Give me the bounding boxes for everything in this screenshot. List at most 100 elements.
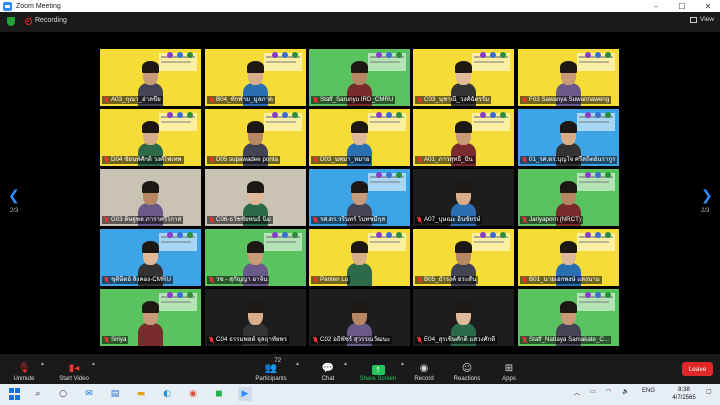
participant-name-text: ชุติษีตย์ สิงคอง-CMRU [111,276,171,283]
show-hidden-icons-icon[interactable]: ︿ [574,388,580,397]
muted-microphone-icon [522,217,527,223]
participant-name-text: Jariyaporn (NRCT) [529,216,581,223]
task-view-icon[interactable]: ○ [56,387,70,401]
participant-tile[interactable]: Staff_Sarunyu IRD_CMRU [309,49,410,106]
edge-browser-icon[interactable]: ◐ [160,387,174,401]
store-icon[interactable]: ▤ [108,387,122,401]
participant-tile[interactable]: C03_นุชาณี_วงศ์ฉัตรรัม [413,49,514,106]
logo-seal-icon [166,112,173,118]
start-video-label: Start Video [59,376,89,382]
mail-icon[interactable]: ✉ [82,387,96,401]
participant-tile[interactable]: C06-ธวัชชัยพนธ์ นิ่ม [205,169,306,226]
logo-seal-icon [166,52,173,58]
participant-name-label: Panten Lu [311,276,351,284]
participant-name-text: 01_รศ.ดร.บุญใจ ศรีสถิตย์นรากูร [529,156,616,163]
logo-seal-icon [176,292,183,298]
windows-start-icon[interactable] [7,387,21,401]
muted-microphone-icon [209,277,214,283]
notification-icon[interactable]: ▢ [706,388,712,395]
volume-icon[interactable]: 🔈 [622,388,629,395]
audio-options-caret-icon[interactable]: ▲ [40,361,45,367]
participants-options-caret-icon[interactable]: ▲ [295,361,300,367]
share-screen-button[interactable]: ↑ Share Screen [358,356,398,382]
participant-tile[interactable]: ชุติษีตย์ สิงคอง-CMRU [100,229,201,286]
logo-seal-icon [604,292,611,298]
participant-tile[interactable]: G03 ดิษฐพล ภาราศรีไกาส [100,169,201,226]
logo-seal-icon [385,172,392,178]
smiley-plus-icon: ☺ [461,363,473,374]
search-icon[interactable]: ⌕ [31,387,45,401]
participant-tile[interactable]: C02 อธิพัชร์ สุวรรณวัฒนะ [309,289,410,346]
minimize-button[interactable]: – [646,0,666,12]
wifi-icon[interactable]: ◠ [606,388,611,395]
participants-button[interactable]: 👥 72 Participants [254,356,288,382]
participant-video [347,241,372,286]
logo-seal-icon [584,172,591,178]
muted-microphone-icon [417,337,422,343]
start-video-button[interactable]: ▮◂ Start Video [58,356,90,382]
logo-seal-icon [271,232,278,238]
logo-seal-icon [594,52,601,58]
participant-tile[interactable]: B01_นายเอกพงษ์ แสงนาม [518,229,619,286]
apps-button[interactable]: ⊞ Apps [499,356,519,382]
video-options-caret-icon[interactable]: ▲ [91,361,96,367]
participant-tile[interactable]: F03 Sawanya Suwannaweng [518,49,619,106]
participant-name-text: B01_นายเอกพงษ์ แสงนาม [529,276,600,283]
participant-tile[interactable]: A07_บุษณะ อินชัยรษ์ [413,169,514,226]
share-options-caret-icon[interactable]: ▲ [400,361,405,367]
participant-tile[interactable]: D04 ชัยนท์ศักดิ์ วงศ์ไพ่เทพ [100,109,201,166]
participant-tile[interactable]: E04_สุรเชิษศักดิ์ แสวงศักดิ์ [413,289,514,346]
system-clock[interactable]: 8:38 4/7/2565 [668,386,700,402]
participant-tile[interactable]: D05 supawadee ponta [205,109,306,166]
next-page-arrow-icon[interactable]: ❯ [701,188,713,204]
video-off-icon: ▮◂ [68,363,80,374]
logo-seal-icon [375,172,382,178]
encryption-shield-icon[interactable] [7,17,15,26]
participant-tile[interactable]: Panten Lu [309,229,410,286]
window-title: Zoom Meeting [16,2,61,10]
participant-tile[interactable]: B05_ธำรงค์ ยระสั้น [413,229,514,286]
battery-icon[interactable]: ▭ [590,388,596,395]
muted-microphone-icon [104,217,109,223]
participant-tile[interactable]: 01_รศ.ดร.บุญใจ ศรีสถิตย์นรากูร [518,109,619,166]
chat-options-caret-icon[interactable]: ▲ [343,361,348,367]
record-icon: ◉ [419,363,429,374]
logo-seal-icon [186,52,193,58]
record-button[interactable]: ◉ Record [414,356,434,382]
participant-name-text: B05_ธำรงค์ ยระสั้น [424,276,477,283]
view-button[interactable]: View [690,16,714,23]
participant-name-label: F03 Sawanya Suwannaweng [520,96,612,104]
participant-tile[interactable]: C04 ธรรมพลต์ จุลฤาทัยพร [205,289,306,346]
muted-microphone-icon [104,97,109,103]
logo-seal-icon [166,292,173,298]
participant-tile[interactable]: Staff_Nattaya Samakate_C... [518,289,619,346]
previous-page-arrow-icon[interactable]: ❮ [8,188,20,204]
muted-microphone-icon [104,157,109,163]
leave-button[interactable]: Leave [682,362,713,376]
zoom-logo-icon [3,1,12,11]
participant-tile[interactable]: D03_นพมา_หมาย [309,109,410,166]
page-indicator-right: 2/3 [701,208,710,214]
input-language[interactable]: ENG [642,388,655,394]
participant-tile[interactable]: Siriya [100,289,201,346]
participant-name-label: รศ.ดร.วรินทร์ ไบทชมีกุส [311,216,388,224]
participant-name-text: รศ.ดร.วรินทร์ ไบทชมีกุส [320,216,386,223]
clock-time: 8:38 [678,387,690,393]
close-button[interactable]: ✕ [698,0,718,12]
reactions-button[interactable]: ☺ Reactions [452,356,482,382]
participant-tile[interactable]: A01_ภาวสุทธิ์_ปั้น [413,109,514,166]
chrome-browser-icon[interactable]: ◉ [186,387,200,401]
line-app-icon[interactable]: ◼ [212,387,226,401]
participant-name-label: ชุติษีตย์ สิงคอง-CMRU [102,276,173,284]
maximize-button[interactable]: ☐ [672,0,692,12]
unmute-button[interactable]: 🎙 Unmute [12,356,36,382]
participant-tile[interactable]: B04_ทักฬาม_มูลภาด [205,49,306,106]
participant-tile[interactable]: วช - สุกัญญา อาจ้น [205,229,306,286]
muted-microphone-icon [522,277,527,283]
chat-button[interactable]: 💬 Chat [318,356,338,382]
participant-tile[interactable]: A03_กุณา_ฮ่าลขีย [100,49,201,106]
participant-tile[interactable]: รศ.ดร.วรินทร์ ไบทชมีกุส [309,169,410,226]
file-explorer-icon[interactable]: ▬ [134,387,148,401]
participant-tile[interactable]: Jariyaporn (NRCT) [518,169,619,226]
zoom-app-icon[interactable]: ▶ [238,387,252,401]
